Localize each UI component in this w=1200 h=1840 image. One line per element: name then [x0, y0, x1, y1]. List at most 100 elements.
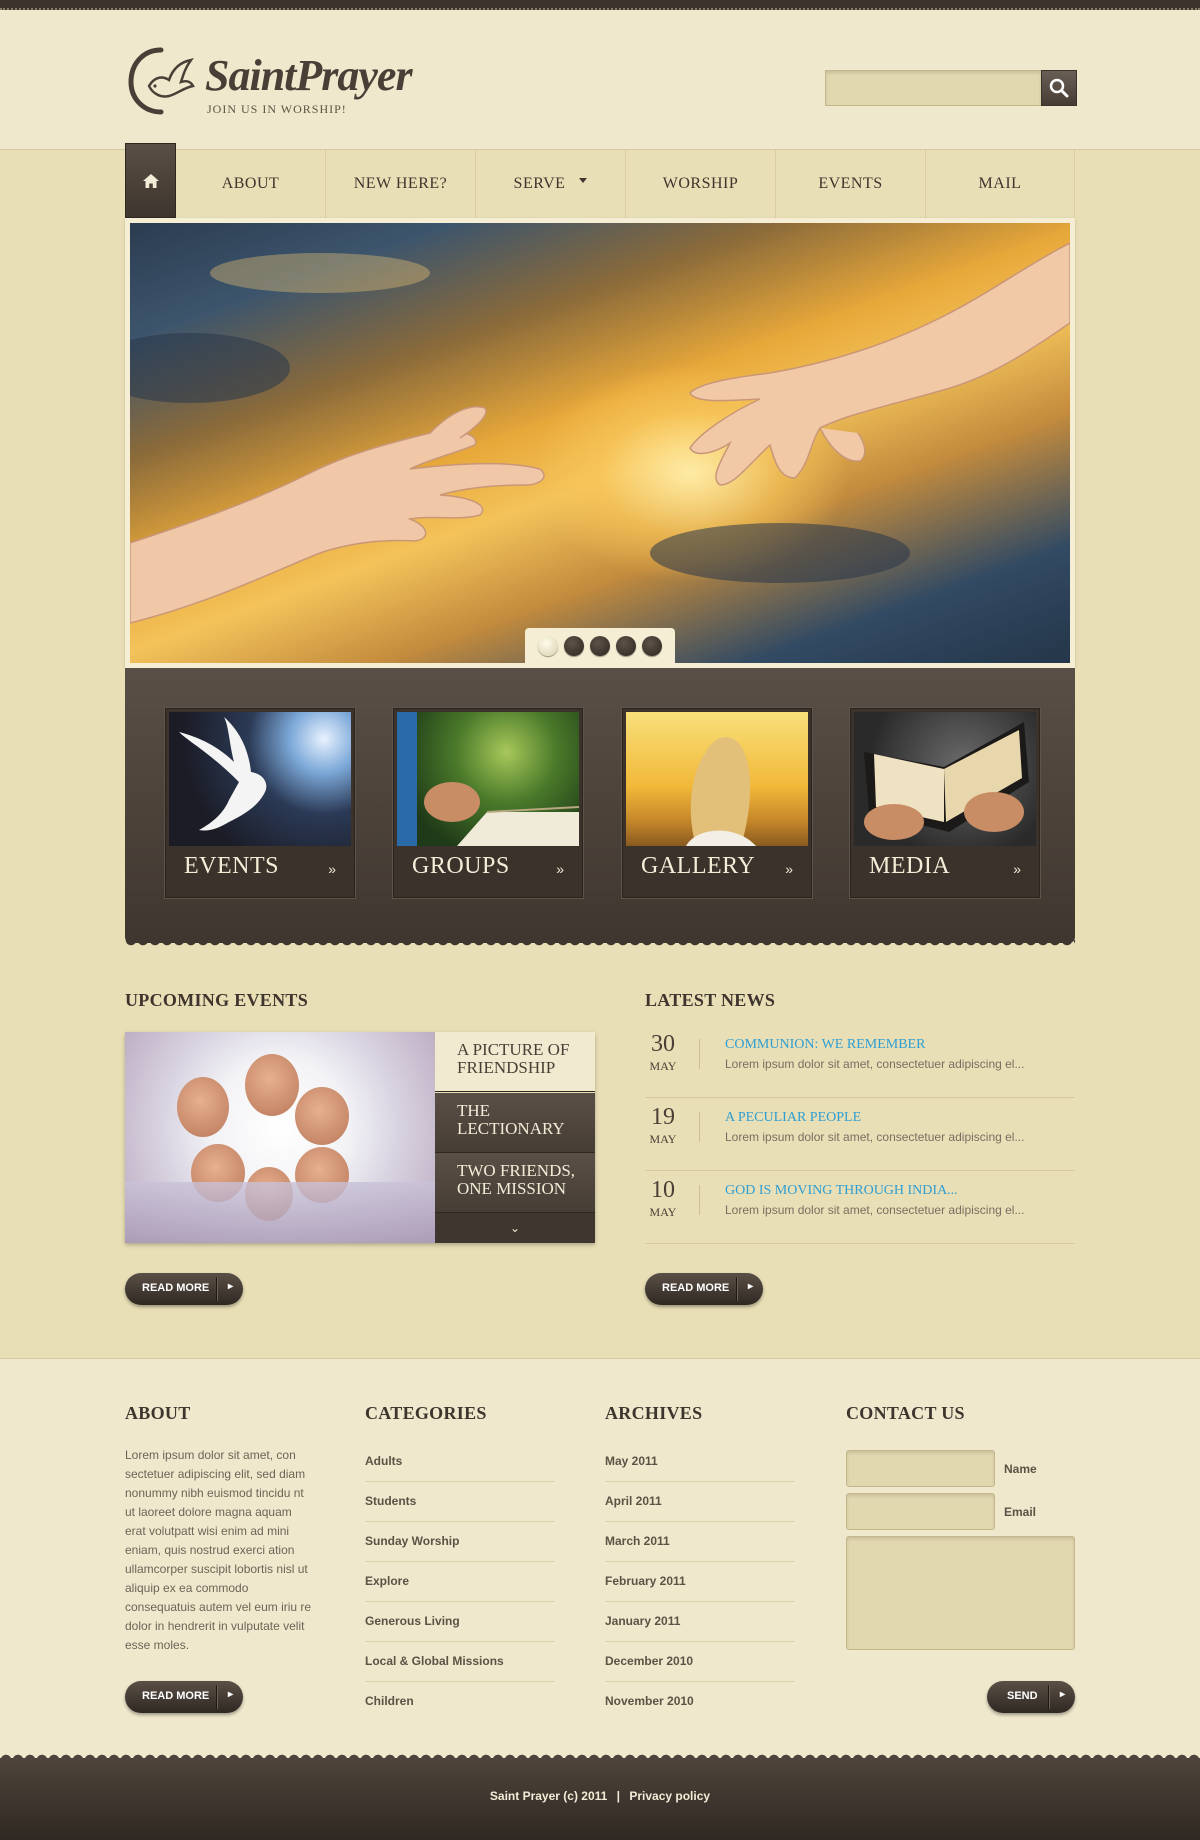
- button-divider: [1048, 1685, 1049, 1709]
- category-link[interactable]: Sunday Worship: [365, 1522, 555, 1562]
- slider-dot[interactable]: [564, 635, 584, 656]
- brand-tagline: JOIN US IN WORSHIP!: [207, 102, 347, 116]
- feature-label: GROUPS: [412, 853, 510, 879]
- footer-categories-title: CATEGORIES: [365, 1403, 487, 1423]
- dove-icon: [179, 717, 267, 831]
- footer-about-text: Lorem ipsum dolor sit amet, con sectetue…: [125, 1448, 312, 1652]
- top-strip: [0, 0, 1200, 10]
- news-item: 19 MAY A PECULIAR PEOPLE Lorem ipsum dol…: [645, 1098, 1075, 1171]
- nav-item-new-here[interactable]: NEW HERE?: [326, 150, 476, 218]
- nav-item-label: SERVE: [513, 175, 566, 192]
- category-link[interactable]: Local & Global Missions: [365, 1642, 555, 1682]
- slider-dot[interactable]: [642, 635, 662, 656]
- archive-link[interactable]: March 2011: [605, 1522, 795, 1562]
- nav-item-events[interactable]: EVENTS: [776, 150, 926, 218]
- news-divider: [699, 1039, 700, 1069]
- contact-name-field[interactable]: [846, 1450, 995, 1487]
- button-label: SEND: [1007, 1690, 1038, 1702]
- archive-link[interactable]: February 2011: [605, 1562, 795, 1602]
- contact-name-label: Name: [1004, 1462, 1037, 1476]
- footer-read-more-button[interactable]: READ MORE ▸: [125, 1681, 243, 1713]
- feature-card-media[interactable]: MEDIA »: [850, 708, 1040, 898]
- copyright-line: Saint Prayer (c) 2011 | Privacy policy: [0, 1789, 1200, 1803]
- contact-send-button[interactable]: SEND ▸: [987, 1681, 1075, 1713]
- slider-dot[interactable]: [590, 635, 610, 656]
- event-item[interactable]: TWO FRIENDS, ONE MISSION: [435, 1153, 595, 1213]
- event-item-title-line: ONE MISSION: [457, 1179, 567, 1198]
- event-item-title-line: A PICTURE OF: [457, 1040, 570, 1059]
- copyright-text: Saint Prayer (c) 2011: [489, 1789, 608, 1803]
- feature-card-events[interactable]: EVENTS »: [165, 708, 355, 898]
- archive-link[interactable]: November 2010: [605, 1682, 795, 1722]
- search-button[interactable]: [1041, 70, 1077, 106]
- news-divider: [699, 1185, 700, 1215]
- news-day: 19: [651, 1104, 675, 1130]
- slider-dot[interactable]: [538, 635, 558, 656]
- button-divider: [216, 1277, 217, 1301]
- person: [177, 1077, 229, 1137]
- nav-home-button[interactable]: [125, 143, 176, 218]
- news-month: MAY: [649, 1059, 677, 1073]
- news-read-more-button[interactable]: READ MORE ▸: [645, 1273, 763, 1305]
- news-title-link[interactable]: GOD IS MOVING THROUGH INDIA...: [725, 1183, 958, 1199]
- nav-item-about[interactable]: ABOUT: [176, 150, 326, 218]
- news-excerpt: Lorem ipsum dolor sit amet, consectetuer…: [725, 1203, 1025, 1217]
- nav-item-worship[interactable]: WORSHIP: [626, 150, 776, 218]
- event-item-title-line: THE: [457, 1101, 491, 1120]
- button-label: READ MORE: [142, 1282, 210, 1294]
- feature-card-groups[interactable]: GROUPS »: [393, 708, 583, 898]
- home-icon: [142, 173, 159, 188]
- event-item-title-line: TWO FRIENDS,: [457, 1161, 576, 1180]
- category-link[interactable]: Children: [365, 1682, 555, 1722]
- slider-dot[interactable]: [616, 635, 636, 656]
- double-chevron-right-icon: »: [1013, 861, 1021, 877]
- news-title-link[interactable]: A PECULIAR PEOPLE: [725, 1110, 861, 1126]
- events-scroll-down-button[interactable]: ⌄: [435, 1213, 595, 1243]
- news-title-link[interactable]: COMMUNION: WE REMEMBER: [725, 1037, 925, 1053]
- contact-email-field[interactable]: [846, 1493, 995, 1530]
- nav-item-mail[interactable]: MAIL: [926, 150, 1075, 218]
- category-link[interactable]: Students: [365, 1482, 555, 1522]
- upcoming-read-more-button[interactable]: READ MORE ▸: [125, 1273, 243, 1305]
- archive-link[interactable]: January 2011: [605, 1602, 795, 1642]
- contact-message-field[interactable]: [846, 1536, 1075, 1650]
- button-divider: [736, 1277, 737, 1301]
- search-icon: [1049, 78, 1069, 98]
- nav-item-label: EVENTS: [818, 175, 883, 192]
- person: [295, 1087, 349, 1145]
- arrow-right-icon: ▸: [747, 1281, 753, 1292]
- arrow-right-icon: ▸: [227, 1689, 233, 1700]
- category-link[interactable]: Adults: [365, 1442, 555, 1482]
- feature-panel: EVENTS » GROUPS » GALLERY » MEDIA »: [125, 668, 1075, 948]
- footer-separator: |: [616, 1789, 621, 1803]
- button-divider: [216, 1685, 217, 1709]
- chevron-down-icon: ⌄: [509, 1221, 521, 1235]
- bottom-bar: Saint Prayer (c) 2011 | Privacy policy: [0, 1752, 1200, 1840]
- feature-card-gallery[interactable]: GALLERY »: [622, 708, 812, 898]
- event-item[interactable]: THE LECTIONARY: [435, 1093, 595, 1153]
- news-month: MAY: [649, 1205, 677, 1219]
- privacy-policy-link[interactable]: Privacy policy: [629, 1789, 710, 1803]
- archives-list: May 2011 April 2011 March 2011 February …: [605, 1442, 795, 1722]
- news-divider: [699, 1112, 700, 1142]
- woman-sunset-illustration: [686, 737, 756, 846]
- event-photo: [125, 1032, 435, 1243]
- archive-link[interactable]: April 2011: [605, 1482, 795, 1522]
- feature-image: [169, 712, 351, 846]
- category-link[interactable]: Explore: [365, 1562, 555, 1602]
- archive-link[interactable]: May 2011: [605, 1442, 795, 1482]
- feature-label: EVENTS: [184, 853, 279, 879]
- search-input[interactable]: [825, 70, 1041, 106]
- news-month: MAY: [649, 1132, 677, 1146]
- praying-hands-bible-illustration: [397, 712, 579, 846]
- button-label: READ MORE: [142, 1690, 210, 1702]
- news-day: 10: [651, 1177, 675, 1203]
- nav-item-serve[interactable]: SERVE: [476, 150, 626, 218]
- category-link[interactable]: Generous Living: [365, 1602, 555, 1642]
- nav-item-label: NEW HERE?: [353, 175, 448, 192]
- shirts: [125, 1182, 435, 1243]
- archive-link[interactable]: December 2010: [605, 1642, 795, 1682]
- dove-logo-icon: [128, 47, 195, 115]
- event-item[interactable]: A PICTURE OF FRIENDSHIP: [435, 1032, 595, 1092]
- site-logo[interactable]: SaintPrayer JOIN US IN WORSHIP!: [125, 46, 445, 126]
